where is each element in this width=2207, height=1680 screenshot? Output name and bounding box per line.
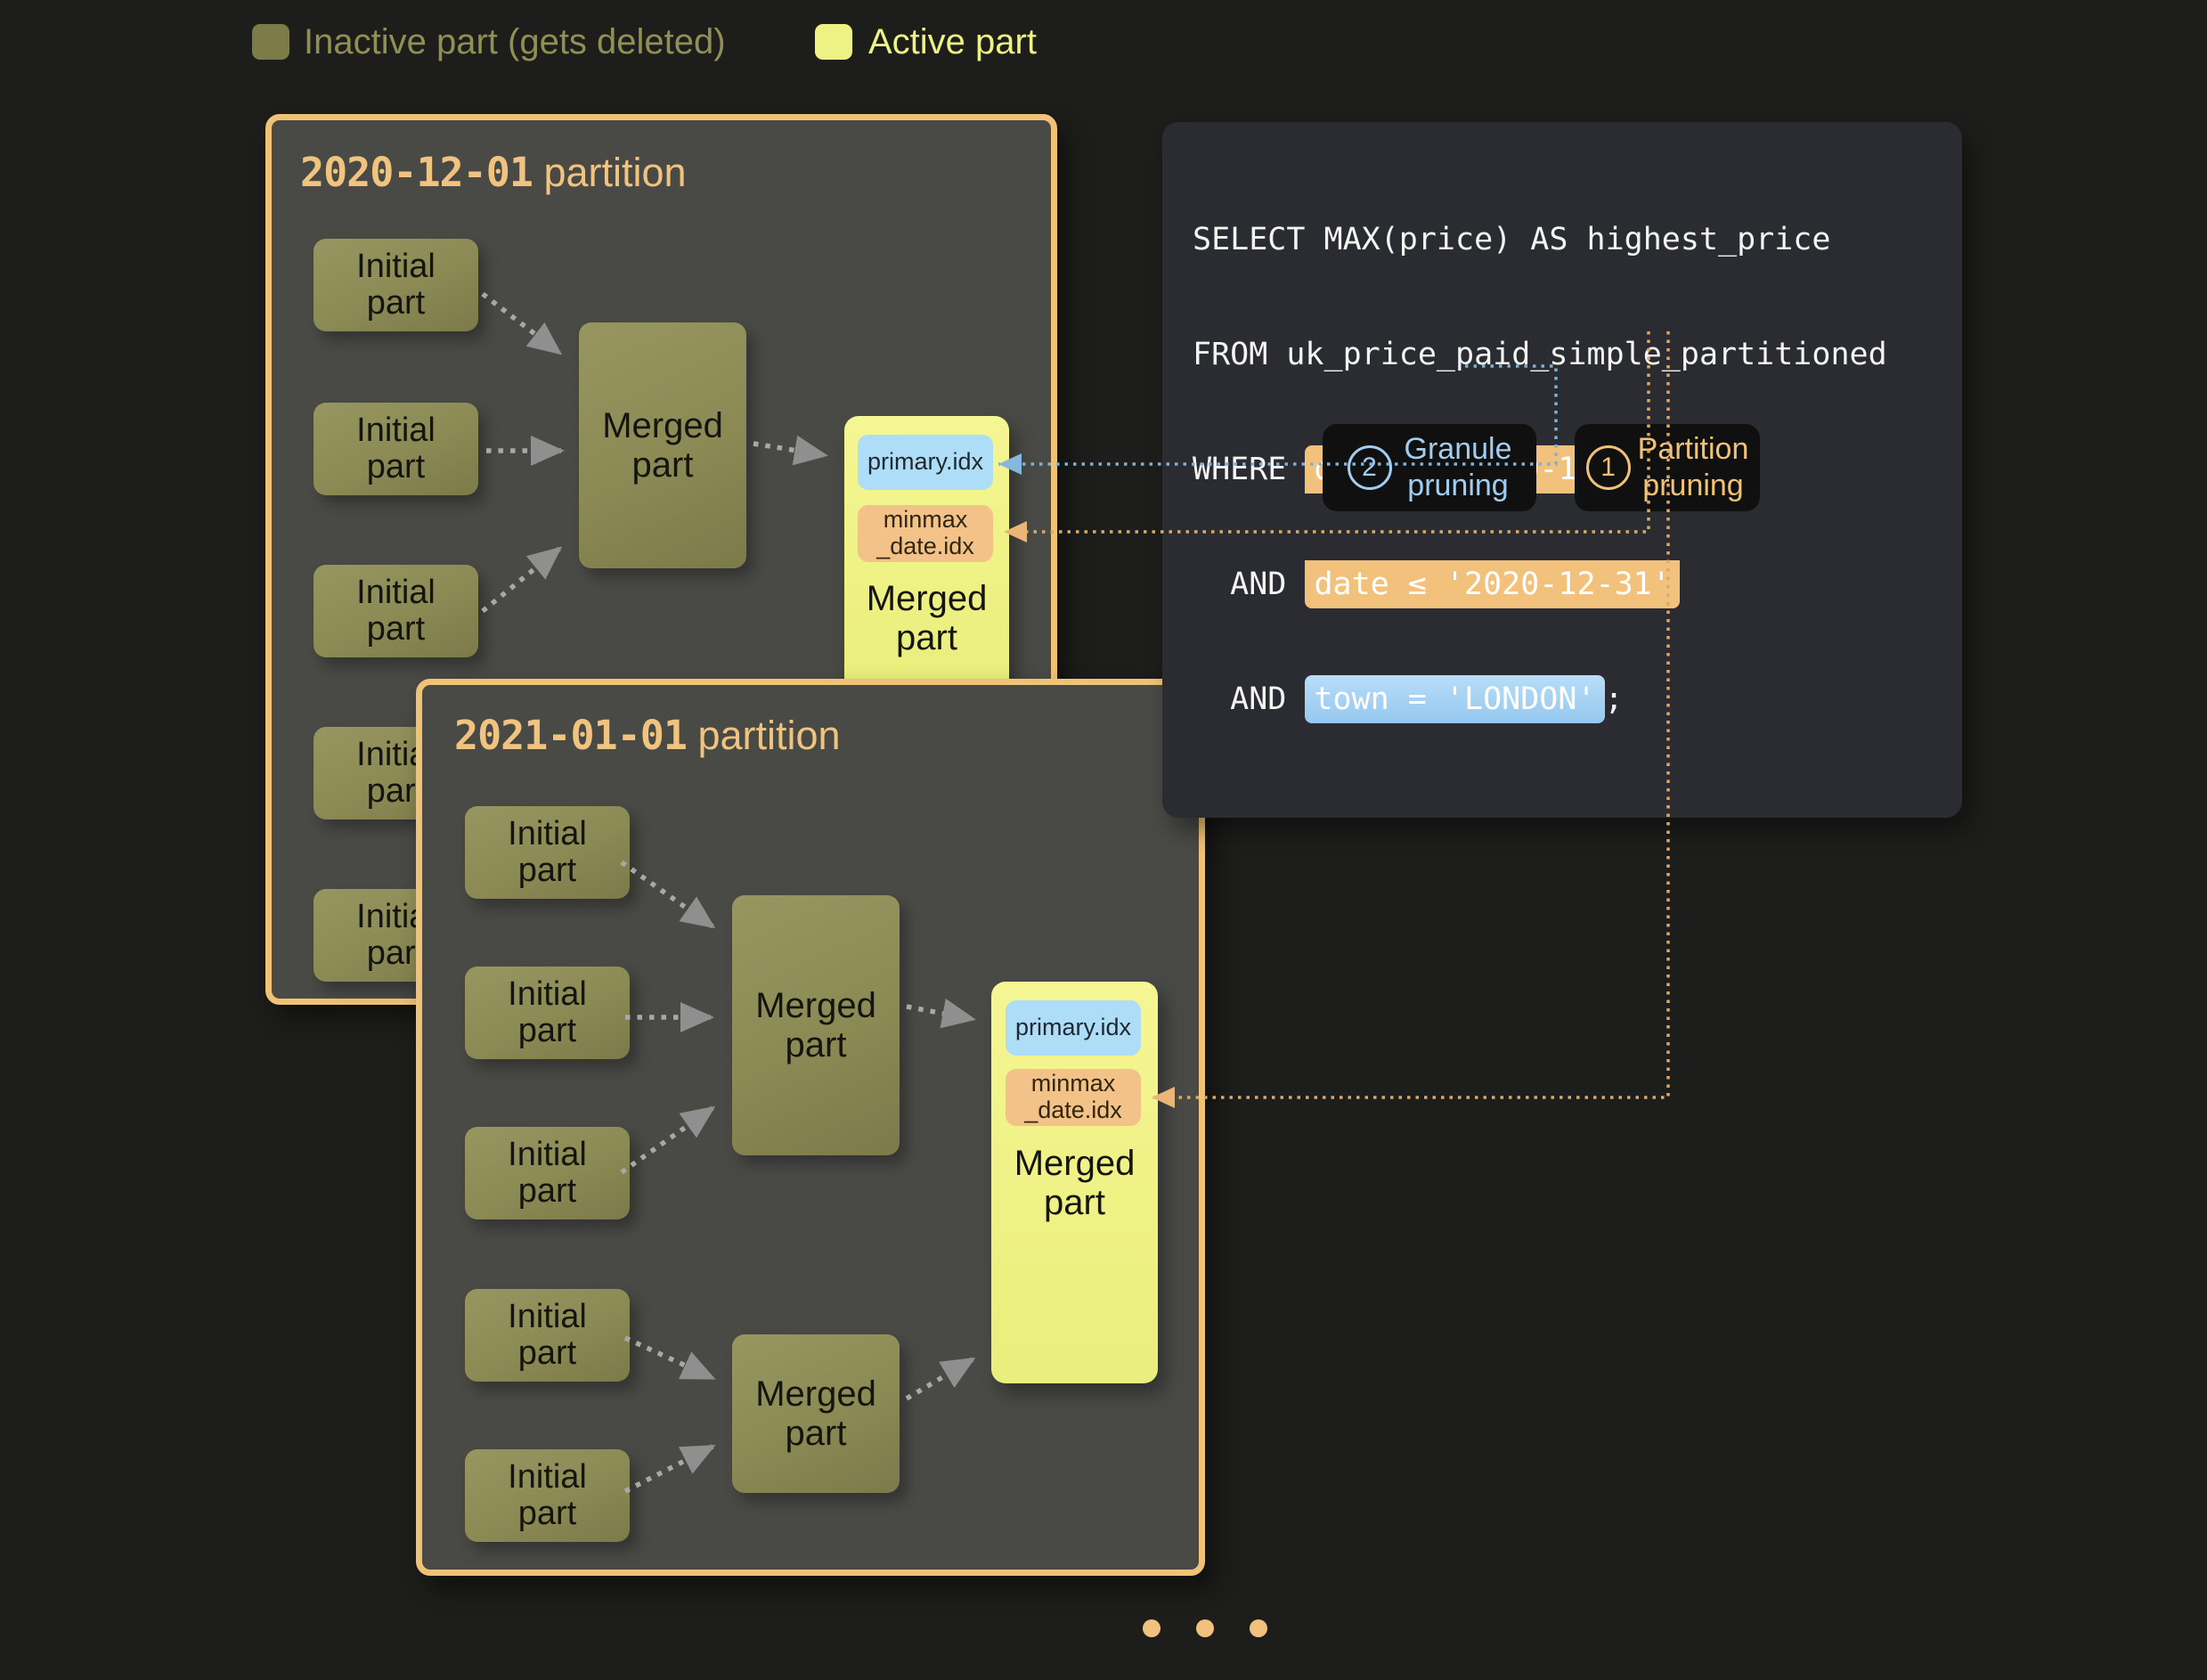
sql-line-5: AND town = 'LONDON'; [1193, 678, 1932, 722]
legend-inactive-swatch [252, 24, 289, 60]
initial-part: Initial part [465, 1289, 630, 1382]
legend-active-label: Active part [868, 24, 1037, 60]
minmax-date-idx-chip: minmax _date.idx [1006, 1069, 1141, 1126]
diagram-canvas: Inactive part (gets deleted) Active part… [0, 0, 2207, 1680]
initial-part: Initial part [465, 1127, 630, 1219]
step-2-badge: 2 [1348, 445, 1392, 490]
granule-pruning-label: 2 Granulepruning [1323, 424, 1536, 511]
initial-part: Initial part [465, 1449, 630, 1542]
initial-part: Initial part [314, 239, 478, 331]
legend-inactive-label: Inactive part (gets deleted) [304, 24, 726, 60]
sql-line-2: FROM uk_price_paid_simple_partitioned [1193, 333, 1932, 377]
initial-part: Initial part [465, 806, 630, 899]
active-merged-part: primary.idx minmax _date.idx Merged part [844, 416, 1009, 695]
active-merged-label: Merged part [991, 1144, 1158, 1222]
sql-line-1: SELECT MAX(price) AS highest_price [1193, 218, 1932, 262]
minmax-date-idx-chip: minmax _date.idx [858, 505, 993, 562]
initial-part: Initial part [465, 966, 630, 1059]
merged-part-inactive: Merged part [732, 1334, 900, 1493]
partition-title: 2020-12-01 partition [300, 149, 687, 196]
carousel-dot[interactable] [1250, 1619, 1267, 1637]
sql-line-3: WHERE date ≥ '2020-12-01' [1193, 448, 1932, 492]
initial-part: Initial part [314, 565, 478, 657]
partition-date: 2021-01-01 [454, 712, 687, 759]
legend-active-swatch [815, 24, 852, 60]
partition-date: 2020-12-01 [300, 149, 533, 196]
partition-word: partition [697, 713, 840, 758]
sql-query-block: SELECT MAX(price) AS highest_price FROM … [1162, 122, 1962, 818]
partition-pruning-label: 1 Partitionpruning [1575, 424, 1760, 511]
merged-part-inactive: Merged part [732, 895, 900, 1155]
active-merged-label: Merged part [844, 579, 1009, 657]
date-to-highlight: date ≤ '2020-12-31' [1305, 560, 1679, 608]
primary-idx-chip: primary.idx [1006, 1000, 1141, 1056]
carousel-dot[interactable] [1196, 1619, 1214, 1637]
initial-part: Initial part [314, 403, 478, 495]
partition-title: 2021-01-01 partition [454, 712, 841, 759]
merged-part-inactive: Merged part [579, 322, 746, 568]
town-highlight: town = 'LONDON' [1305, 675, 1604, 723]
primary-idx-chip: primary.idx [858, 435, 993, 490]
carousel-dot[interactable] [1143, 1619, 1161, 1637]
sql-line-4: AND date ≤ '2020-12-31' [1193, 563, 1932, 607]
step-1-badge: 1 [1586, 445, 1631, 490]
partition-word: partition [543, 150, 686, 195]
active-merged-part: primary.idx minmax _date.idx Merged part [991, 982, 1158, 1383]
